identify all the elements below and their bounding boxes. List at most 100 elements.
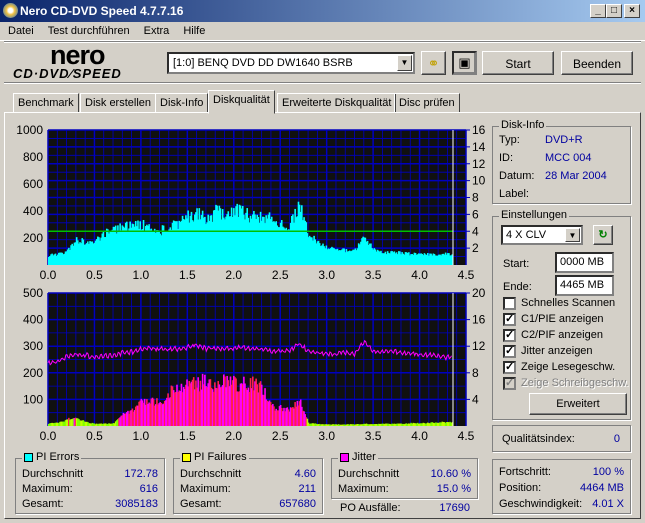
pi-failures-avg: 4.60 — [294, 468, 316, 480]
menu-test[interactable]: Test durchführen — [40, 22, 136, 37]
type-label: Typ: — [499, 134, 520, 146]
y2-tick-label: 14 — [472, 140, 486, 154]
menu-datei[interactable]: Datei — [0, 22, 40, 37]
y2-tick-label: 20 — [472, 286, 486, 300]
charts: 0.0 0.5 1.0 1.5 2.0 2.5 3.0 3.5 4.0 4.5 200 400 600 8… — [16, 123, 486, 443]
po-failures-label: PO Ausfälle: — [340, 502, 401, 514]
menu-bar: Datei Test durchführen Extra Hilfe — [0, 22, 645, 41]
menu-extra[interactable]: Extra — [136, 22, 176, 37]
tab-disk-erstellen[interactable]: Disk erstellen — [80, 93, 157, 113]
quality-index-label: Qualitätsindex: — [502, 433, 575, 445]
jitter-group: Jitter Durchschnitt 10.60 % Maximum: 15.0 … — [331, 451, 478, 499]
save-button[interactable]: ▣ — [452, 51, 477, 75]
start-field[interactable]: 0000 MB — [555, 252, 614, 273]
checkbox-1[interactable]: ✓ — [503, 313, 516, 326]
x-tick-label: 4.0 — [411, 429, 428, 443]
refresh-icon: ↻ — [598, 229, 608, 241]
checkbox-label: Schnelles Scannen — [521, 297, 616, 309]
pi-failures-max: 211 — [298, 483, 316, 495]
pi-errors-chart: 0.0 0.5 1.0 1.5 2.0 2.5 3.0 3.5 4.0 4.5 200 400 600 8… — [16, 123, 485, 282]
checkbox-0[interactable] — [503, 297, 516, 310]
x-tick-label: 0.5 — [86, 268, 103, 282]
speed-select[interactable]: 4 X CLV ▼ — [501, 225, 583, 245]
refresh-speed-button[interactable]: ↻ — [593, 225, 613, 245]
x-tick-label: 3.0 — [318, 268, 335, 282]
checkbox-label: Jitter anzeigen — [521, 345, 593, 357]
id-label: ID: — [499, 152, 514, 164]
advanced-button[interactable]: Erweitert — [529, 393, 627, 415]
checkbox-4[interactable]: ✓ — [503, 361, 516, 374]
jitter-swatch — [340, 452, 349, 462]
start-button[interactable]: Start — [482, 51, 554, 75]
tab-disk-info[interactable]: Disk-Info — [155, 93, 209, 113]
y-tick-label: 400 — [23, 313, 43, 327]
y2-tick-label: 8 — [472, 191, 479, 205]
chevron-down-icon: ▼ — [565, 228, 580, 242]
close-button[interactable]: × — [624, 4, 640, 18]
pi-failures-title-text: PI Failures — [194, 451, 247, 463]
window-title: Nero CD-DVD Speed 4.7.7.16 — [20, 4, 184, 18]
y-tick-label: 300 — [23, 339, 43, 353]
x-tick-label: 0.0 — [40, 268, 57, 282]
y2-tick-label: 2 — [472, 241, 479, 255]
checkbox-2[interactable]: ✓ — [503, 329, 516, 342]
y2-tick-label: 4 — [472, 392, 479, 406]
y2-tick-label: 16 — [472, 123, 486, 137]
label: Durchschnitt — [338, 468, 400, 480]
label-label: Label: — [499, 188, 529, 200]
pi-errors-title: PI Errors — [22, 451, 82, 463]
x-tick-label: 3.5 — [365, 429, 382, 443]
checkbox-3[interactable]: ✓ — [503, 345, 516, 358]
pi-errors-group: PI Errors Durchschnitt 172.78 Maximum: 616… — [15, 451, 165, 514]
menu-hilfe[interactable]: Hilfe — [175, 22, 211, 37]
app-disc-icon — [3, 3, 18, 18]
id-value: MCC 004 — [545, 152, 592, 164]
tab-benchmark[interactable]: Benchmark — [13, 93, 79, 113]
jitter-avg: 10.60 % — [430, 468, 471, 480]
x-tick-label: 2.0 — [225, 268, 242, 282]
progress-value: 100 % — [592, 466, 624, 478]
x-tick-label: 0.5 — [86, 429, 103, 443]
minimize-button[interactable]: _ — [590, 4, 606, 18]
pi-failures-swatch — [182, 452, 191, 462]
pi-errors-max: 616 — [139, 483, 158, 495]
link-icon: ⚭ — [427, 55, 440, 71]
end-field[interactable]: 4465 MB — [555, 275, 614, 296]
label: Durchschnitt — [180, 468, 242, 480]
y-tick-label: 500 — [23, 286, 43, 300]
disk-info-title: Disk-Info — [499, 119, 547, 131]
tab-erweiterte-diskqualitaet[interactable]: Erweiterte Diskqualität — [277, 93, 397, 113]
end-label: Ende: — [503, 281, 532, 293]
x-tick-label: 3.0 — [318, 429, 335, 443]
date-value: 28 Mar 2004 — [545, 170, 607, 182]
pi-errors-title-text: PI Errors — [36, 451, 80, 463]
x-tick-label: 3.5 — [365, 268, 382, 282]
speed-value: 4 X CLV — [506, 229, 547, 241]
disk-info-group: Disk-Info Typ: DVD+R ID: MCC 004 Datum: … — [492, 119, 631, 204]
po-failures-row: PO Ausfälle: 17690 — [340, 502, 470, 514]
x-tick-label: 2.5 — [272, 268, 289, 282]
drive-select[interactable]: [1:0] BENQ DVD DD DW1640 BSRB ▼ — [167, 52, 415, 74]
tab-diskqualitaet[interactable]: Diskqualität — [208, 90, 275, 114]
po-failures-value: 17690 — [439, 502, 470, 514]
progress-label: Fortschritt: — [499, 466, 551, 478]
label: Maximum: — [338, 483, 389, 495]
checkbox-5[interactable]: ✓ — [503, 377, 516, 390]
start-label: Start: — [503, 258, 530, 270]
drive-select-value: [1:0] BENQ DVD DD DW1640 BSRB — [173, 57, 353, 69]
x-tick-label: 4.0 — [411, 268, 428, 282]
speed-label: Geschwindigkeit: — [499, 498, 583, 510]
label: Durchschnitt — [22, 468, 84, 480]
y2-tick-label: 8 — [472, 366, 479, 380]
pi-errors-avg: 172.78 — [124, 468, 158, 480]
date-label: Datum: — [499, 170, 535, 182]
pi-failures-title: PI Failures — [180, 451, 249, 463]
maximize-button[interactable]: □ — [606, 4, 622, 18]
x-tick-label: 4.5 — [458, 268, 475, 282]
refresh-drive-button[interactable]: ⚭ — [421, 51, 446, 75]
exit-button[interactable]: Beenden — [561, 51, 633, 75]
tab-disc-pruefen[interactable]: Disc prüfen — [394, 93, 460, 113]
label: Maximum: — [180, 483, 231, 495]
checkbox-label: Zeige Schreibgeschw. — [521, 377, 629, 389]
x-tick-label: 1.0 — [133, 268, 150, 282]
